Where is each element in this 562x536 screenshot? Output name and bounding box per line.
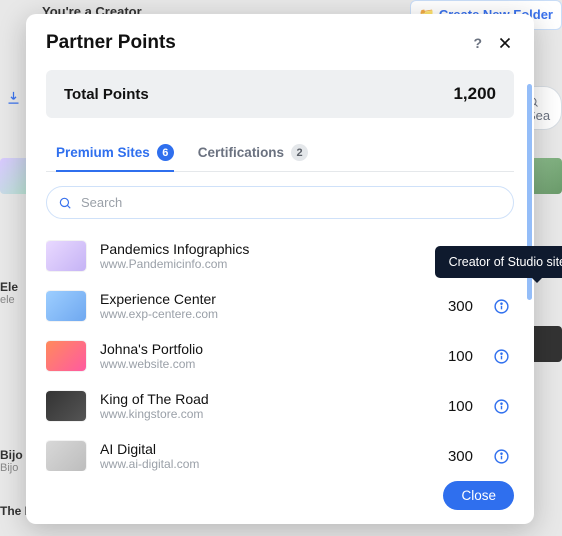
site-title: King of The Road <box>100 391 434 407</box>
site-url: www.Pandemicinfo.com <box>100 257 434 271</box>
site-thumbnail <box>46 241 86 271</box>
tab-label: Certifications <box>198 145 284 160</box>
list-item[interactable]: Johna's Portfolio www.website.com 100 <box>46 331 510 381</box>
modal-title: Partner Points <box>46 32 176 54</box>
tab-certifications[interactable]: Certifications 2 <box>198 136 308 171</box>
close-button[interactable]: Close <box>443 481 514 510</box>
info-icon[interactable] <box>493 348 510 365</box>
tab-badge: 6 <box>157 144 174 161</box>
search-input[interactable] <box>46 186 514 219</box>
site-points: 300 <box>448 448 473 465</box>
help-icon[interactable]: ? <box>473 35 482 51</box>
site-title: Johna's Portfolio <box>100 341 434 357</box>
site-points: 100 <box>448 398 473 415</box>
info-tooltip: Creator of Studio site <box>435 246 562 278</box>
site-url: www.kingstore.com <box>100 407 434 421</box>
site-points: 100 <box>448 348 473 365</box>
site-thumbnail <box>46 441 86 471</box>
search-icon <box>58 196 72 210</box>
total-points-value: 1,200 <box>453 84 496 104</box>
site-url: www.exp-centere.com <box>100 307 434 321</box>
info-icon[interactable] <box>493 398 510 415</box>
site-url: www.ai-digital.com <box>100 457 434 471</box>
info-icon[interactable] <box>493 298 510 315</box>
download-icon[interactable] <box>6 90 21 110</box>
bg-card-subtitle: Bijo <box>0 462 18 474</box>
total-points-panel: Total Points 1,200 <box>46 70 514 118</box>
tab-premium-sites[interactable]: Premium Sites 6 <box>56 136 174 171</box>
site-points: 300 <box>448 298 473 315</box>
site-url: www.website.com <box>100 357 434 371</box>
tabs: Premium Sites 6 Certifications 2 <box>46 136 514 172</box>
tab-badge: 2 <box>291 144 308 161</box>
site-thumbnail <box>46 291 86 321</box>
site-title: AI Digital <box>100 441 434 457</box>
site-thumbnail <box>46 391 86 421</box>
tab-label: Premium Sites <box>56 145 150 160</box>
bg-card-title: Ele <box>0 280 18 294</box>
info-icon[interactable] <box>493 448 510 465</box>
bg-card-subtitle: ele <box>0 294 15 306</box>
list-item[interactable]: King of The Road www.kingstore.com 100 <box>46 381 510 431</box>
list-item[interactable]: AI Digital www.ai-digital.com 300 <box>46 431 510 471</box>
bg-card-title: Bijo <box>0 448 23 462</box>
close-icon[interactable] <box>496 34 514 52</box>
site-title: Experience Center <box>100 291 434 307</box>
site-thumbnail <box>46 341 86 371</box>
total-points-label: Total Points <box>64 86 149 103</box>
site-title: Pandemics Infographics <box>100 241 434 257</box>
list-item[interactable]: Experience Center www.exp-centere.com 30… <box>46 281 510 331</box>
